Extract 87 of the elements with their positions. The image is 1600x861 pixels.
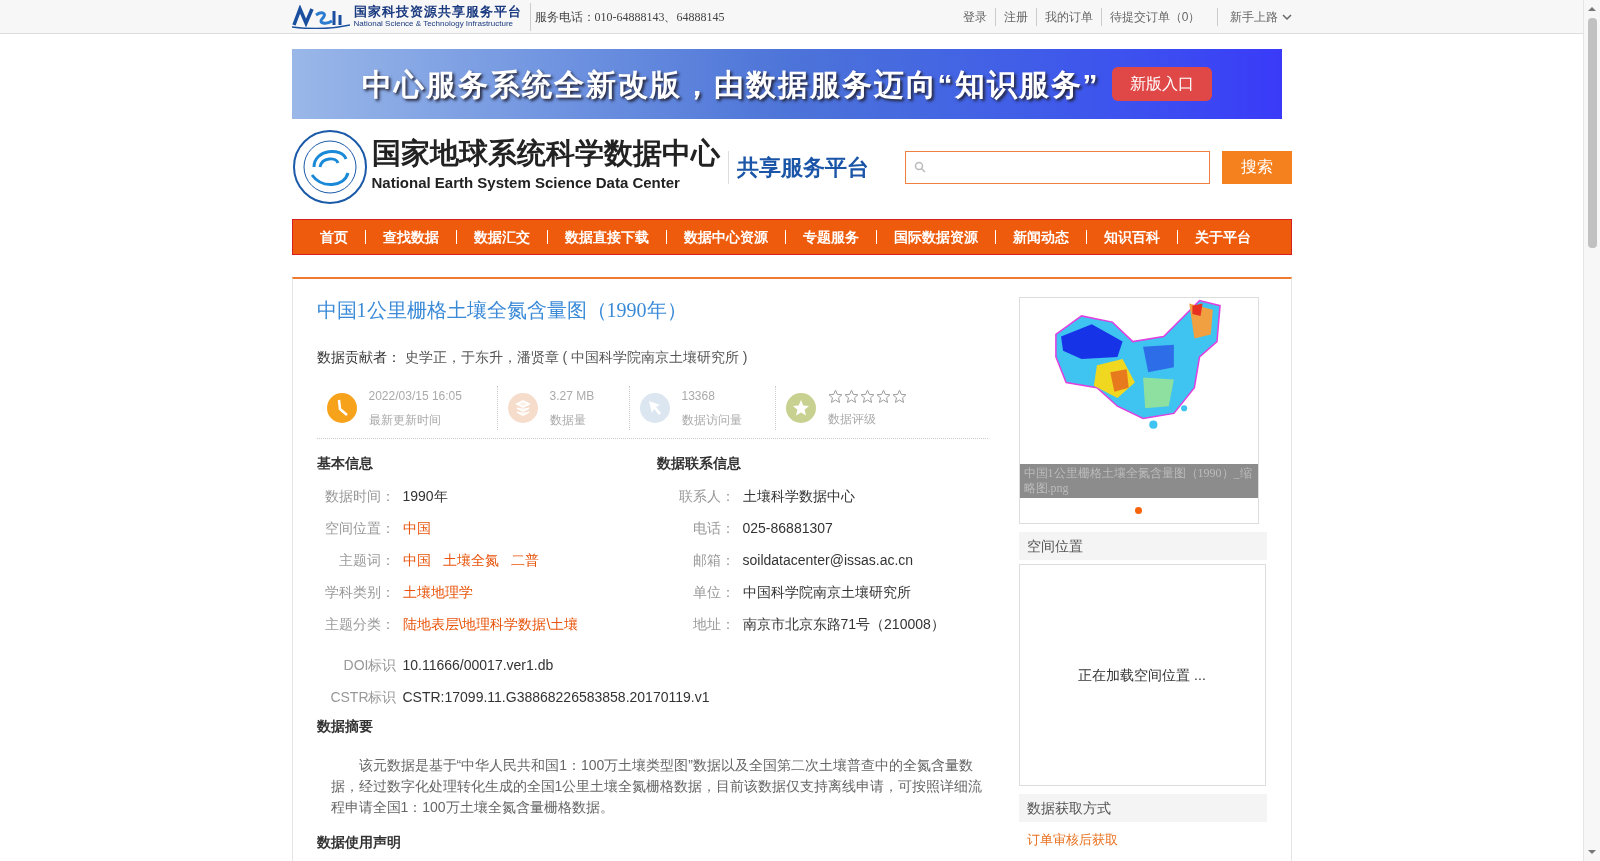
stat-value: 3.27 MB: [549, 388, 595, 405]
field-value: 中国科学院南京土壤研究所: [742, 583, 911, 602]
star-icon: [891, 388, 907, 404]
field-value: 土壤科学数据中心: [742, 487, 855, 506]
field-value: 10.11666/00017.ver1.db: [402, 656, 554, 675]
stat-value: 13368: [681, 388, 716, 405]
logo-subtitle: National Science & Technology Infrastructure: [353, 20, 514, 28]
search-button[interactable]: 搜索: [1221, 150, 1292, 184]
star-icon: [843, 388, 859, 404]
field-link[interactable]: 土壤地理学: [402, 582, 473, 603]
scroll-down-icon[interactable]: [1587, 847, 1597, 857]
search-field[interactable]: [904, 150, 1210, 184]
site-logo[interactable]: 国家科技资源共享服务平台 National Science & Technology Infrastructure: [291, 2, 531, 31]
field-value: 南京市北京东路71号（210008）: [742, 615, 945, 634]
nav-item[interactable]: 关于平台: [1177, 226, 1268, 248]
chevron-down-icon: [1281, 12, 1292, 21]
loading-text: 正在加载空间位置 ...: [1078, 665, 1206, 685]
star-icon: [827, 388, 843, 404]
field-label: 电话：: [691, 519, 736, 538]
nav-item[interactable]: 国际数据资源: [876, 226, 995, 248]
top-link[interactable]: 注册: [994, 7, 1036, 26]
guide-menu[interactable]: 新手上路: [1216, 7, 1292, 26]
center-title: 国家地球系统科学数据中心: [371, 139, 720, 169]
contributor-label: 数据贡献者：: [316, 348, 401, 367]
field-label: 数据时间：: [323, 487, 396, 506]
field-value: 025-86881307: [742, 519, 833, 538]
access-method-link[interactable]: 订单审核后获取: [1018, 830, 1267, 850]
section-heading: 数据摘要: [316, 717, 374, 736]
field-label: DOI标识: [342, 656, 398, 675]
service-hotline: 服务电话：010-64888143、64888145: [534, 8, 725, 26]
field-value: CSTR:17099.11.G38868226583858.20170119.v1: [402, 688, 710, 707]
section-heading: 数据使用声明: [316, 833, 402, 852]
banner-text: 中心服务系统全新改版，由数据服务迈向“知识服务”: [361, 66, 1100, 103]
nav-item[interactable]: 数据汇交: [456, 226, 547, 248]
nav-item[interactable]: 首页: [302, 226, 365, 248]
field-value: 1990年: [402, 487, 448, 506]
field-label: 单位：: [691, 583, 736, 602]
cursor-icon: [639, 393, 670, 423]
field-link[interactable]: 中国: [402, 550, 431, 571]
stat-label: 最新更新时间: [368, 412, 442, 429]
field-value: soildatacenter@issas.ac.cn: [742, 551, 914, 570]
section-heading: 基本信息: [316, 454, 374, 473]
field-label: 主题分类：: [323, 615, 396, 634]
top-link[interactable]: 登录: [954, 7, 995, 26]
field-label: 联系人：: [677, 487, 736, 506]
field-link[interactable]: 中国: [402, 518, 431, 539]
top-link[interactable]: 我的订单: [1035, 7, 1101, 26]
new-version-button[interactable]: 新版入口: [1111, 67, 1212, 101]
field-label: 主题词：: [337, 551, 396, 570]
stat-label: 数据量: [549, 412, 587, 429]
search-icon: [913, 161, 926, 173]
center-subtitle: National Earth System Science Data Center: [371, 173, 681, 194]
field-label: 地址：: [691, 615, 736, 634]
field-label: CSTR标识: [329, 688, 398, 707]
clock-icon: [326, 393, 357, 423]
nav-item[interactable]: 知识百科: [1086, 226, 1177, 248]
field-label: 空间位置：: [323, 519, 396, 538]
field-label: 邮箱：: [691, 551, 736, 570]
section-heading: 数据联系信息: [656, 454, 742, 473]
field-link[interactable]: 二普: [510, 550, 539, 571]
scrollbar[interactable]: [1583, 0, 1600, 861]
stat-value: 2022/03/15 16:05: [368, 388, 462, 405]
nav-item[interactable]: 新闻动态: [995, 226, 1086, 248]
layers-icon: [507, 393, 538, 423]
field-link[interactable]: 陆地表层\地理科学数据\土壤: [402, 614, 579, 635]
nav-item[interactable]: 专题服务: [785, 226, 876, 248]
stat-label: 数据评级: [827, 410, 877, 428]
scroll-up-icon[interactable]: [1587, 4, 1597, 14]
platform-title: 共享服务平台: [727, 150, 869, 184]
logo-icon: [291, 4, 350, 29]
nav-item[interactable]: 数据中心资源: [666, 226, 785, 248]
field-label: 学科类别：: [323, 583, 396, 602]
top-link[interactable]: 待提交订单（0）: [1100, 7, 1209, 26]
star-icon: [859, 388, 875, 404]
contributor-names: 史学正，于东升，潘贤章 ( 中国科学院南京土壤研究所 ): [404, 348, 748, 367]
nav-item[interactable]: 查找数据: [365, 226, 456, 248]
abstract-text: 该元数据是基于“中华人民共和国1：100万土壤类型图”数据以及全国第二次土壤普查中的全氮含量数据，经过数字化处理转化生成的全国1公里土壤全氮栅格数据，目前该数据仅支持离线申请，可按照详细流程申请全国1：100万土壤全氮含量栅格数据。: [329, 756, 984, 817]
panel-header: 数据获取方式: [1018, 794, 1267, 822]
logo-title: 国家科技资源共享服务平台: [353, 5, 522, 18]
nav-item[interactable]: 数据直接下载: [547, 226, 666, 248]
panel-header: 空间位置: [1018, 532, 1267, 560]
field-link[interactable]: 土壤全氮: [442, 550, 499, 571]
scrollbar-thumb[interactable]: [1587, 18, 1597, 248]
dataset-title: 中国1公里栅格土壤全氮含量图（1990年）: [316, 298, 688, 323]
stat-label: 数据访问量: [681, 412, 742, 429]
star-icon: [875, 388, 891, 404]
emblem-icon: [291, 129, 368, 205]
